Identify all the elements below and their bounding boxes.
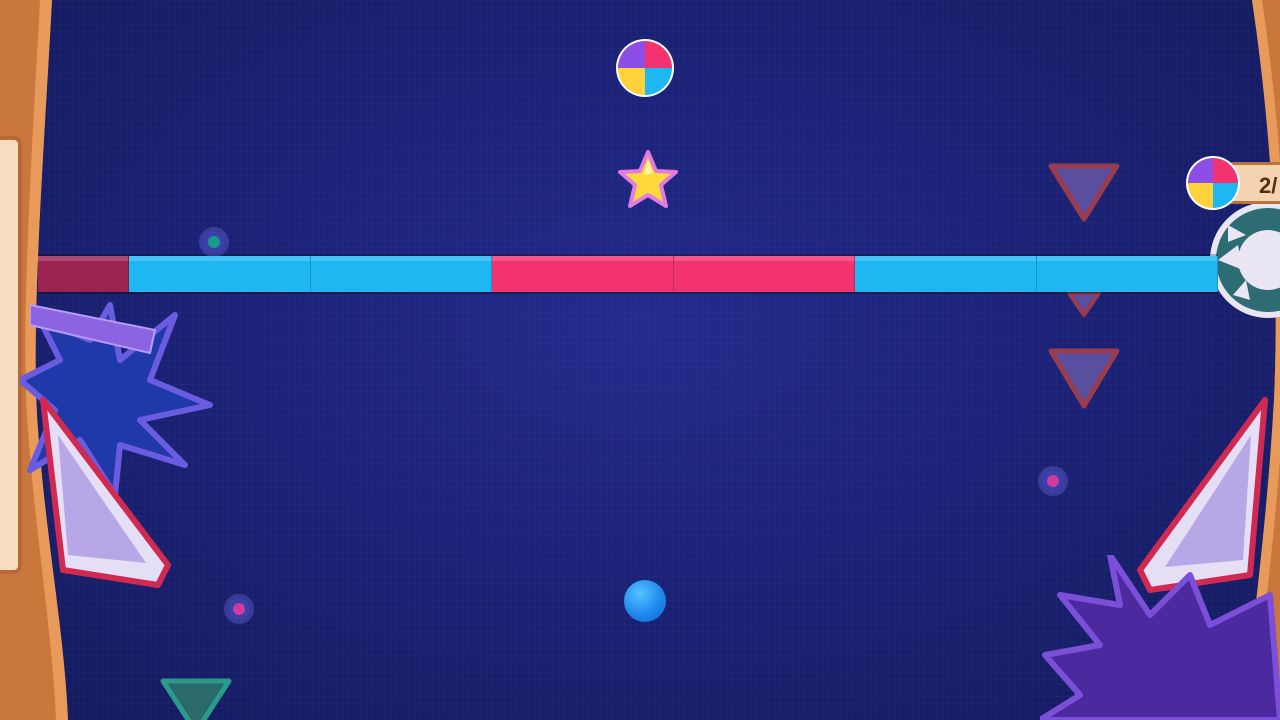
triangle-spike-icon [1067,291,1101,317]
small-dot [1042,470,1064,492]
left-flipper [40,397,171,588]
color-segment [855,256,1037,292]
color-segment [492,256,674,292]
counter-text: 2/ [1259,173,1278,198]
player-ball-icon[interactable] [624,580,666,622]
star-icon [618,150,678,208]
triangle-spike-icon [160,678,232,720]
color-wheel-icon [616,39,674,97]
small-dot [228,598,250,620]
triangle-spike-icon [1048,163,1120,222]
color-segment [1036,256,1218,292]
color-segment [310,256,492,292]
right-starburst-obstacle [1040,555,1280,720]
color-barrier [38,254,1218,294]
game-stage[interactable]: 2/ [0,0,1280,720]
color-segment [38,256,129,292]
small-dot [203,231,225,253]
color-segment [673,256,855,292]
left-purple-plank [30,303,157,355]
color-segment [129,256,311,292]
left-side-panel [0,136,22,574]
triangle-spike-icon [1048,348,1120,409]
hud-color-wheel-icon [1186,156,1240,210]
